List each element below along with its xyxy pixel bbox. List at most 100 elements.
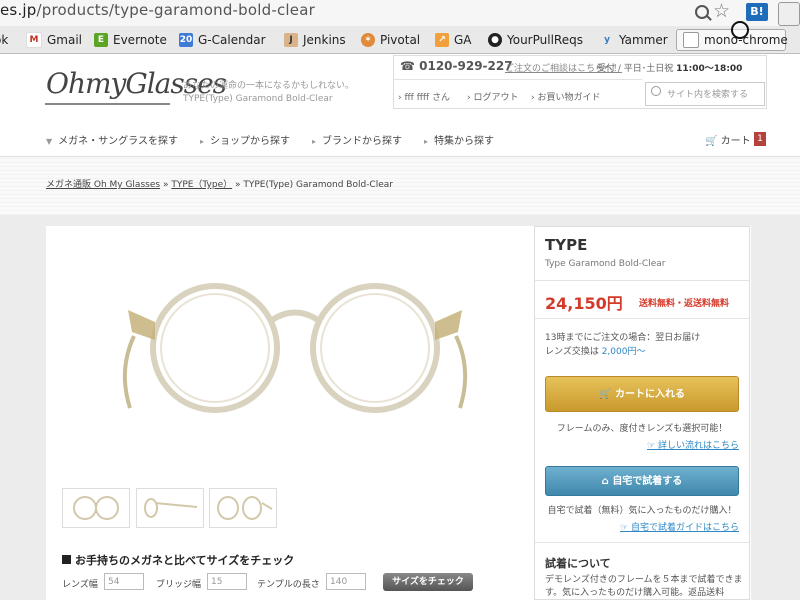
bridge-width-input[interactable]: 15 — [207, 573, 247, 590]
bookmark-gmail[interactable]: M Gmail — [26, 31, 82, 48]
purchase-flow-label: 詳しい流れはこちら — [657, 441, 739, 451]
breadcrumb-brand[interactable]: TYPE（Type） — [171, 180, 232, 190]
cart-note: フレームのみ、度付きレンズも選択可能！ — [556, 424, 728, 434]
nav-label: メガネ・サングラスを探す — [58, 136, 178, 147]
size-check-button[interactable]: サイズをチェック — [383, 573, 473, 591]
bookmark-label: ok — [0, 32, 9, 47]
shipping-note: 送料無料・返送料無料 — [639, 299, 730, 309]
temple-length-input[interactable]: 140 — [326, 573, 366, 590]
bookmark-evernote[interactable]: E Evernote — [94, 31, 167, 48]
home-try-on-button[interactable]: ⌂ 自宅で試着する — [545, 466, 739, 496]
delivery-info: 13時までにご注文の場合：翌日お届け レンズ交換は 2,000円〜 — [545, 331, 700, 359]
bookmark-yourpullreqs[interactable]: ● YourPullReqs — [488, 31, 583, 48]
analytics-icon: ↗ — [435, 32, 449, 47]
nav-label: ショップから探す — [210, 136, 291, 147]
page-icon — [683, 31, 699, 48]
breadcrumb-home[interactable]: メガネ通販 Oh My Glasses — [46, 180, 160, 190]
search-icon — [651, 86, 661, 96]
nav-item-features[interactable]: ▸ 特集から探す — [424, 132, 494, 147]
extension-icon[interactable] — [778, 2, 800, 26]
nav-label: 特集から探す — [434, 136, 495, 147]
logout-link[interactable]: › ログアウト — [467, 90, 518, 103]
logo-underline — [45, 103, 170, 105]
bookmark-label: Pivotal — [380, 32, 421, 47]
lens-label: レンズ交換は — [545, 347, 599, 357]
evernote-icon: E — [94, 32, 108, 47]
add-to-cart-button[interactable]: 🛒 カートに入れる — [545, 376, 739, 412]
logout-label: ログアウト — [473, 93, 519, 103]
shopping-guide-label: お買い物ガイド — [537, 93, 601, 103]
breadcrumb-sep: » — [234, 180, 241, 190]
bookmark-item[interactable]: ok — [0, 31, 8, 48]
url-domain: es.jp — [0, 1, 37, 19]
hours-value: 11:00～18:00 — [676, 64, 743, 74]
thumbnail-front[interactable] — [62, 488, 130, 528]
tagline-line-2: TYPE(Type) Garamond Bold-Clear — [183, 94, 333, 104]
home-icon: ⌂ — [601, 476, 613, 487]
hand-pointer-icon: ☞ — [620, 523, 631, 533]
github-icon: ● — [488, 32, 502, 47]
breadcrumb-sep: » — [162, 180, 169, 190]
star-icon[interactable]: ☆ — [713, 0, 730, 22]
bookmark-label: Yammer — [619, 32, 668, 47]
business-hours: 受付 / 平日･土日祝 11:00～18:00 — [597, 61, 742, 74]
nav-item-shops[interactable]: ▸ ショップから探す — [200, 132, 290, 147]
try-on-guide-link[interactable]: ☞ 自宅で試着ガイドはこちら — [545, 520, 739, 533]
purchase-flow-link[interactable]: ☞ 詳しい流れはこちら — [545, 438, 739, 451]
bookmark-label: GA — [454, 32, 472, 47]
delivery-text: 13時までにご注文の場合：翌日お届け — [545, 333, 701, 343]
chevron-right-icon: ▸ — [312, 137, 317, 146]
divider — [534, 280, 750, 281]
cart-icon: 🛒 — [599, 389, 615, 400]
nav-label: ブランドから探す — [322, 136, 403, 147]
size-check-title-text: お手持ちのメガネと比べてサイズをチェック — [75, 554, 295, 567]
search-placeholder: サイト内を検索する — [667, 90, 749, 100]
phone-number: ☎ 0120-929-227 — [400, 59, 513, 73]
pivotal-icon: ✶ — [361, 32, 375, 47]
cursor-icon — [731, 21, 749, 39]
breadcrumb: メガネ通販 Oh My Glasses » TYPE（Type） » TYPE(… — [46, 177, 393, 190]
calendar-icon: 20 — [179, 32, 193, 47]
tagline-line-1: あなたの運命の一本になるかもしれない。 — [183, 81, 355, 91]
cart-icon: 🛒 — [705, 136, 721, 147]
nav-item-glasses[interactable]: ▼ メガネ・サングラスを探す — [46, 132, 178, 147]
try-on-note: 自宅で試着（無料）気に入ったものだけ購入！ — [547, 506, 737, 516]
divider — [534, 542, 750, 543]
square-icon — [62, 555, 71, 564]
chevron-right-icon: ▸ — [424, 137, 429, 146]
bookmark-label: Evernote — [113, 32, 167, 47]
nav-item-brands[interactable]: ▸ ブランドから探す — [312, 132, 402, 147]
product-image[interactable] — [120, 280, 470, 420]
bookmark-gcalendar[interactable]: 20 G-Calendar — [179, 31, 266, 48]
user-name: fff ffff さん — [404, 93, 450, 103]
product-price: 24,150円 — [545, 294, 623, 313]
lens-width-label: レンズ幅 — [62, 580, 98, 590]
url-text[interactable]: es.jp/products/type-garamond-bold-clear — [0, 1, 315, 19]
phone-icon: ☎ — [400, 59, 420, 73]
thumbnail-side[interactable] — [136, 488, 204, 528]
try-on-section-title: 試着について — [545, 557, 611, 570]
hatena-bookmark-icon[interactable]: B! — [746, 3, 768, 21]
zoom-icon[interactable] — [695, 5, 709, 19]
cart-link[interactable]: 🛒 カート — [705, 132, 751, 147]
bookmark-label: Jenkins — [303, 32, 346, 47]
lens-price-link[interactable]: 2,000円〜 — [602, 347, 646, 357]
product-brand: TYPE — [545, 236, 588, 254]
bookmark-pivotal[interactable]: ✶ Pivotal — [361, 31, 420, 48]
breadcrumb-current: TYPE(Type) Garamond Bold-Clear — [243, 180, 393, 190]
thumbnail-angle[interactable] — [209, 488, 277, 528]
product-model: Type Garamond Bold-Clear — [545, 259, 666, 269]
tagline: あなたの運命の一本になるかもしれない。 TYPE(Type) Garamond B… — [183, 80, 354, 106]
shopping-guide-link[interactable]: › お買い物ガイド — [531, 90, 600, 103]
chevron-down-icon: ▼ — [46, 137, 53, 146]
try-on-guide-label: 自宅で試着ガイドはこちら — [630, 523, 739, 533]
size-check-title: お手持ちのメガネと比べてサイズをチェック — [62, 552, 294, 568]
bookmark-label: YourPullReqs — [507, 32, 583, 47]
bookmark-jenkins[interactable]: J Jenkins — [284, 31, 346, 48]
lens-width-input[interactable]: 54 — [104, 573, 144, 590]
bookmark-yammer[interactable]: y Yammer — [600, 31, 668, 48]
user-name-link[interactable]: › fff ffff さん — [398, 90, 450, 103]
divider — [534, 318, 750, 319]
hours-label: 受付 / 平日･土日祝 — [597, 64, 674, 74]
bookmark-ga[interactable]: ↗ GA — [435, 31, 472, 48]
